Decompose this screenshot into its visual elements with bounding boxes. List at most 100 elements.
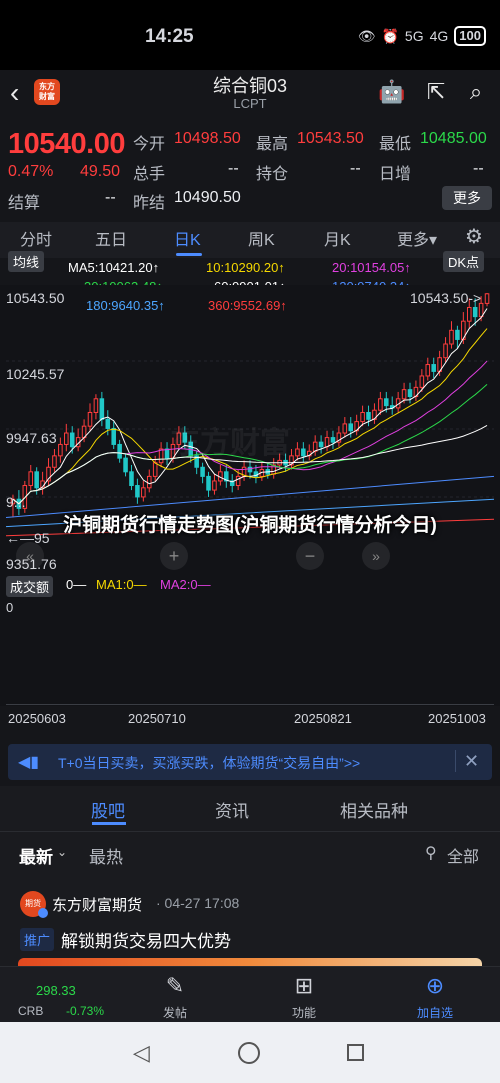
low-label: 最低 (379, 136, 412, 153)
robot-assistant-icon[interactable]: 🤖 (378, 78, 406, 106)
system-recents-icon[interactable] (347, 1044, 364, 1061)
chart-watermark: 东方财富 (170, 427, 290, 460)
candle-body (443, 343, 448, 359)
banner-divider (455, 750, 456, 772)
candle-body (206, 475, 211, 491)
ma360-value: 360:9552.69↑ (206, 298, 289, 313)
promo-banner-text[interactable]: T+0当日买卖，买涨买跌，体验期货“交易自由”>> (58, 753, 360, 773)
status-icons: 👁 ⏰ 5G 4G 100 (358, 26, 486, 46)
close-banner-icon[interactable]: ✕ (464, 751, 479, 772)
nav-functions[interactable]: 功能 (289, 1004, 319, 1021)
chevron-down-icon[interactable]: ⌄ (57, 845, 67, 859)
tab-monthly-k[interactable]: 月K (324, 226, 351, 250)
candle-body (99, 398, 105, 420)
candle-body (200, 466, 205, 477)
filter-icon[interactable]: ⚲ (425, 843, 437, 863)
candle-body (419, 375, 425, 388)
system-back-icon[interactable]: ◁ (133, 1040, 150, 1066)
status-time: 14:25 (145, 26, 194, 47)
tab-forum[interactable]: 股吧 (91, 797, 125, 822)
y-axis-2: 10245.57 (6, 366, 65, 382)
nav-add-watchlist[interactable]: 加自选 (412, 1004, 458, 1021)
tab-intraday[interactable]: 分时 (20, 226, 52, 250)
candle-body (324, 437, 330, 448)
candle-body (58, 443, 63, 457)
settings-gear-icon[interactable]: ⚙ (465, 224, 483, 249)
volume-ma2: MA2:0— (160, 577, 211, 592)
filter-latest[interactable]: 最新 (19, 843, 53, 868)
system-home-icon[interactable] (238, 1042, 260, 1064)
tab-daily-k[interactable]: 日K (174, 226, 201, 250)
tab-more[interactable]: 更多▾ (397, 226, 437, 250)
divider (0, 831, 500, 832)
open-interest-label: 持仓 (256, 166, 289, 183)
alarm-icon: ⏰ (381, 27, 399, 44)
daily-increase-value: -- (473, 160, 484, 177)
post-author[interactable]: 东方财富期货 (52, 894, 142, 915)
add-watchlist-icon[interactable]: ⊕ (418, 973, 452, 999)
open-label: 今开 (133, 136, 166, 153)
candle-body (135, 485, 140, 498)
page-title: 综合铜03 (212, 76, 288, 96)
candle-body (158, 448, 164, 464)
candle-body (247, 466, 253, 473)
open-value: 10498.50 (174, 130, 241, 147)
candle-body (152, 462, 158, 477)
candle-body (425, 364, 431, 377)
daily-increase-label: 日增 (379, 166, 412, 183)
zoom-in-icon[interactable]: + (160, 542, 188, 570)
nav-post[interactable]: 发帖 (160, 1004, 190, 1021)
battery-indicator: 100 (454, 26, 486, 46)
date-tick-3: 20250821 (294, 711, 352, 726)
candle-body (146, 475, 152, 489)
date-tick-4: 20251003 (428, 711, 486, 726)
dk-point-button[interactable]: DK点 (443, 251, 485, 272)
candle-body (366, 411, 371, 420)
settle-value: -- (105, 189, 116, 206)
scroll-right-icon[interactable]: » (362, 542, 390, 570)
tab-five-day[interactable]: 五日 (95, 226, 127, 250)
candle-body (93, 398, 99, 413)
candle-body (312, 441, 318, 452)
scroll-left-icon[interactable]: « (16, 542, 44, 570)
ma10-value: 10:10290.20↑ (206, 260, 285, 275)
volume-value: -- (228, 160, 239, 177)
search-icon[interactable]: ⌕ (462, 78, 490, 106)
signal-a: 5G (404, 28, 424, 44)
crb-label: CRB (18, 1004, 44, 1018)
filter-all[interactable]: 全部 (447, 843, 479, 867)
candle-body (472, 306, 478, 318)
candle-body (455, 329, 460, 340)
tab-news[interactable]: 资讯 (215, 797, 249, 822)
share-icon[interactable]: ⇱ (422, 78, 450, 106)
volume-label: 总手 (133, 166, 166, 183)
crb-change: -0.73% (66, 1004, 105, 1018)
post-edit-icon[interactable]: ✎ (160, 973, 190, 999)
tab-related[interactable]: 相关品种 (340, 797, 408, 822)
turnover-button[interactable]: 成交额 (6, 576, 54, 597)
settle-label: 结算 (8, 195, 41, 212)
functions-grid-icon[interactable]: ⊞ (289, 973, 319, 999)
more-quote-button[interactable]: 更多 (442, 186, 492, 210)
volume-chart[interactable] (0, 576, 500, 706)
prev-settle-label: 昨结 (133, 195, 166, 212)
post-title[interactable]: 解锁期货交易四大优势 (61, 927, 231, 952)
moving-average-button[interactable]: 均线 (8, 251, 45, 272)
y-axis-top: 10543.50 (6, 290, 65, 306)
zoom-out-icon[interactable]: − (296, 542, 324, 570)
candle-body (384, 398, 389, 407)
high-price-marker: 10543.50-> (410, 290, 482, 306)
back-arrow-icon[interactable]: ‹ (10, 78, 34, 108)
candle-body (87, 411, 93, 427)
candle-body (295, 448, 300, 457)
volume-zero: 0 (6, 600, 14, 615)
crb-value[interactable]: 298.33 (36, 983, 76, 998)
candle-body (34, 471, 39, 489)
ma20-value: 20:10154.05↑ (332, 260, 411, 275)
high-label: 最高 (256, 136, 289, 153)
eye-icon: 👁 (357, 27, 376, 44)
change-percent: 0.47% (8, 163, 54, 180)
app-logo: 东方 财富 (34, 79, 60, 105)
filter-hot[interactable]: 最热 (89, 843, 123, 868)
tab-weekly-k[interactable]: 周K (248, 226, 275, 250)
